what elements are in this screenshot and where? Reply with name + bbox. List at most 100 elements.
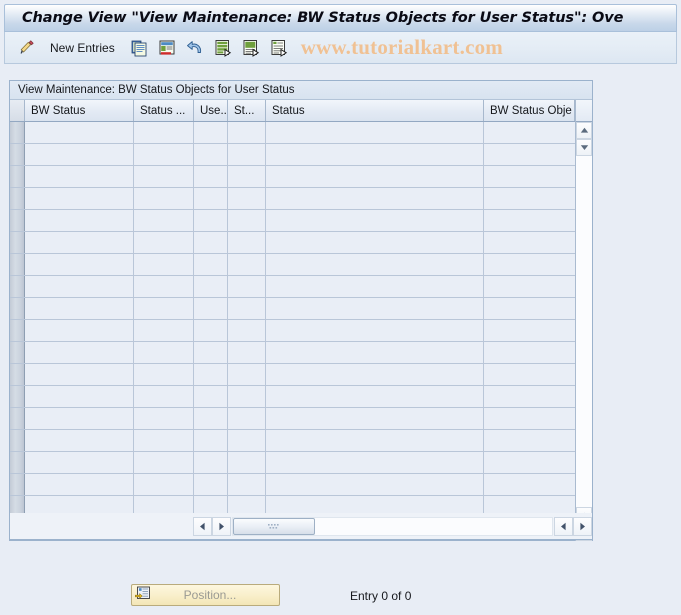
table-cell-status-profile[interactable]	[134, 144, 194, 165]
table-cell-status-short[interactable]	[228, 320, 266, 341]
table-cell-status[interactable]	[266, 232, 484, 253]
table-cell-bw-status[interactable]	[25, 320, 134, 341]
table-cell-status-short[interactable]	[228, 452, 266, 473]
table-cell-status[interactable]	[266, 298, 484, 319]
table-cell-user-status[interactable]	[194, 122, 228, 143]
table-cell-user-status[interactable]	[194, 364, 228, 385]
table-cell-bw-status[interactable]	[25, 166, 134, 187]
table-cell-user-status[interactable]	[194, 166, 228, 187]
table-cell-status-profile[interactable]	[134, 210, 194, 231]
table-cell-status-profile[interactable]	[134, 122, 194, 143]
table-cell-status-profile[interactable]	[134, 364, 194, 385]
table-cell-status[interactable]	[266, 320, 484, 341]
table-cell-status-short[interactable]	[228, 122, 266, 143]
row-selector-button[interactable]	[10, 166, 25, 187]
table-cell-status[interactable]	[266, 144, 484, 165]
table-cell-status-profile[interactable]	[134, 276, 194, 297]
table-row[interactable]	[10, 298, 592, 320]
table-cell-status-profile[interactable]	[134, 474, 194, 495]
row-selector-button[interactable]	[10, 452, 25, 473]
table-cell-bw-status[interactable]	[25, 122, 134, 143]
delete-button[interactable]	[154, 35, 180, 61]
select-block-button[interactable]	[266, 35, 292, 61]
table-cell-status-short[interactable]	[228, 166, 266, 187]
new-entries-button[interactable]: New Entries	[42, 35, 124, 61]
table-cell-user-status[interactable]	[194, 342, 228, 363]
table-cell-bw-status[interactable]	[25, 188, 134, 209]
table-cell-status[interactable]	[266, 408, 484, 429]
scroll-right-icon[interactable]	[212, 516, 231, 536]
table-cell-status[interactable]	[266, 364, 484, 385]
table-cell-user-status[interactable]	[194, 452, 228, 473]
scroll-page-left-icon[interactable]	[554, 516, 573, 536]
table-cell-status[interactable]	[266, 430, 484, 451]
table-cell-user-status[interactable]	[194, 430, 228, 451]
table-cell-status-short[interactable]	[228, 254, 266, 275]
table-row[interactable]	[10, 122, 592, 144]
row-selector-button[interactable]	[10, 342, 25, 363]
row-selector-button[interactable]	[10, 144, 25, 165]
row-selector-button[interactable]	[10, 122, 25, 143]
select-all-corner-cell[interactable]	[10, 100, 25, 121]
row-selector-button[interactable]	[10, 386, 25, 407]
table-cell-user-status[interactable]	[194, 276, 228, 297]
table-cell-user-status[interactable]	[194, 408, 228, 429]
table-cell-status-profile[interactable]	[134, 166, 194, 187]
horizontal-scrollbar[interactable]	[9, 513, 593, 540]
table-cell-status-short[interactable]	[228, 298, 266, 319]
table-cell-status-profile[interactable]	[134, 452, 194, 473]
table-cell-status-profile[interactable]	[134, 232, 194, 253]
table-cell-bw-status[interactable]	[25, 430, 134, 451]
table-cell-status-short[interactable]	[228, 232, 266, 253]
table-row[interactable]	[10, 474, 592, 496]
table-row[interactable]	[10, 188, 592, 210]
row-selector-button[interactable]	[10, 232, 25, 253]
table-cell-user-status[interactable]	[194, 188, 228, 209]
scroll-left-icon[interactable]	[193, 516, 212, 536]
table-row[interactable]	[10, 166, 592, 188]
table-cell-bw-status[interactable]	[25, 254, 134, 275]
table-cell-status[interactable]	[266, 188, 484, 209]
table-cell-status-profile[interactable]	[134, 430, 194, 451]
table-cell-status-short[interactable]	[228, 276, 266, 297]
table-cell-status-profile[interactable]	[134, 254, 194, 275]
row-selector-button[interactable]	[10, 320, 25, 341]
column-header-status-short[interactable]: St...	[228, 100, 266, 121]
table-cell-status[interactable]	[266, 276, 484, 297]
row-selector-button[interactable]	[10, 254, 25, 275]
table-cell-bw-status[interactable]	[25, 474, 134, 495]
table-cell-user-status[interactable]	[194, 210, 228, 231]
column-header-status-profile[interactable]: Status ...	[134, 100, 194, 121]
row-selector-button[interactable]	[10, 210, 25, 231]
table-cell-status-short[interactable]	[228, 210, 266, 231]
column-header-status[interactable]: Status	[266, 100, 484, 121]
table-cell-status-short[interactable]	[228, 342, 266, 363]
table-row[interactable]	[10, 342, 592, 364]
scroll-up-icon[interactable]	[576, 122, 592, 139]
table-cell-user-status[interactable]	[194, 232, 228, 253]
table-row[interactable]	[10, 386, 592, 408]
column-header-user-status[interactable]: Use...	[194, 100, 228, 121]
table-cell-status-profile[interactable]	[134, 342, 194, 363]
table-row[interactable]	[10, 144, 592, 166]
table-cell-status-short[interactable]	[228, 188, 266, 209]
hscroll-thumb[interactable]	[233, 517, 315, 535]
table-cell-bw-status[interactable]	[25, 144, 134, 165]
table-body[interactable]	[10, 122, 592, 541]
row-selector-button[interactable]	[10, 408, 25, 429]
table-cell-status-short[interactable]	[228, 408, 266, 429]
table-cell-bw-status[interactable]	[25, 276, 134, 297]
select-all-button[interactable]	[210, 35, 236, 61]
table-cell-status-profile[interactable]	[134, 408, 194, 429]
vertical-scrollbar[interactable]	[575, 100, 592, 541]
table-cell-status-profile[interactable]	[134, 188, 194, 209]
table-cell-status[interactable]	[266, 254, 484, 275]
deselect-all-button[interactable]	[238, 35, 264, 61]
copy-as-button[interactable]	[126, 35, 152, 61]
row-selector-button[interactable]	[10, 188, 25, 209]
table-row[interactable]	[10, 210, 592, 232]
table-cell-status-profile[interactable]	[134, 320, 194, 341]
table-cell-bw-status[interactable]	[25, 408, 134, 429]
table-row[interactable]	[10, 232, 592, 254]
table-cell-status[interactable]	[266, 166, 484, 187]
